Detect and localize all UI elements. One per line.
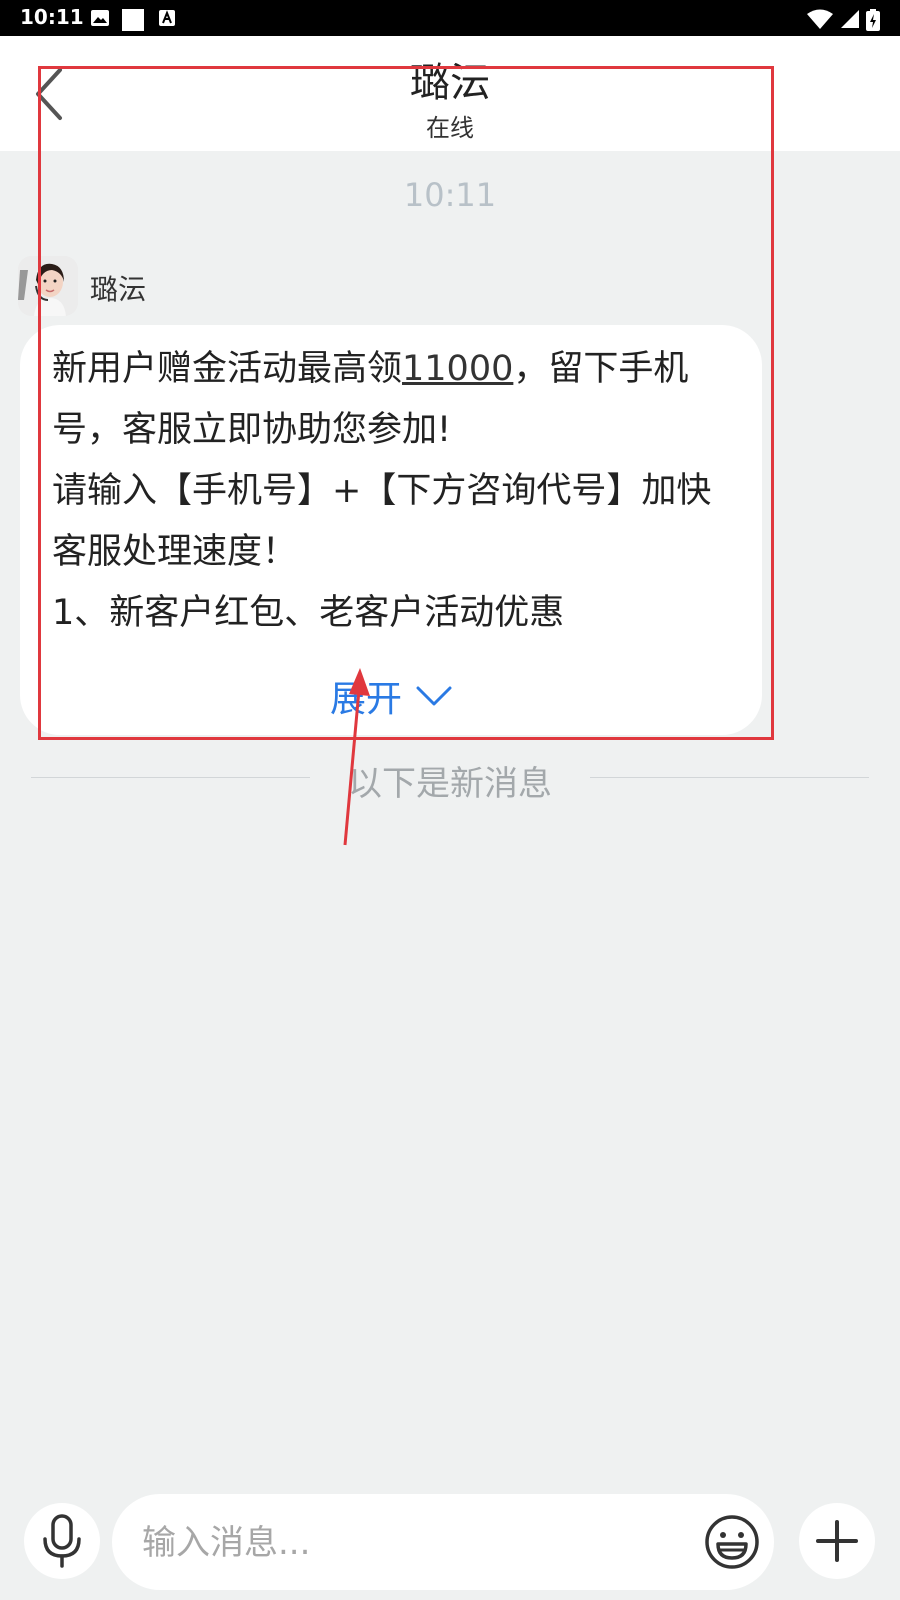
divider-text: 以下是新消息 [348,764,552,804]
message-timestamp: 10:11 [403,176,497,214]
microphone-icon [43,1514,81,1568]
voice-input-button[interactable] [24,1503,100,1579]
message-line-2: 号，客服立即协助您参加! [52,410,452,450]
new-messages-divider: 以下是新消息 [0,752,900,804]
amount-link[interactable]: 11000 [402,349,513,389]
chevron-down-icon [416,686,452,706]
smiley-icon[interactable] [702,1512,762,1572]
image-notification-icon [91,10,109,26]
expand-button[interactable]: 展开 [330,670,452,722]
chat-title: 璐沄 [410,60,490,106]
plus-icon [816,1520,858,1562]
expand-label: 展开 [330,679,403,720]
status-time: 10:11 [20,5,84,29]
text-notification-icon [159,10,175,26]
message-line-1-suffix: ，留下手机 [513,349,689,389]
agent-name: 璐沄 [90,273,147,306]
message-line-1: 新用户赠金活动最高领11000，留下手机 [52,339,742,400]
message-line-4: 客服处理速度！ [52,532,298,572]
status-bar: 10:11 [0,0,900,36]
avatar[interactable] [18,256,78,316]
agent-avatar-image [18,256,78,316]
message-text: 新用户赠金活动最高领11000，留下手机 号，客服立即协助您参加! 请输入【手机… [52,339,742,644]
signal-icon [841,10,859,28]
battery-icon [866,9,880,31]
message-bubble: 新用户赠金活动最高领11000，留下手机 号，客服立即协助您参加! 请输入【手机… [20,325,762,735]
divider-line-right [590,777,869,778]
more-options-button[interactable] [799,1503,875,1579]
online-status: 在线 [426,114,474,142]
wifi-icon [807,9,833,29]
message-input-container [112,1494,774,1590]
app-notification-icon [122,9,144,31]
message-input[interactable] [140,1512,664,1574]
message-line-5: 1、新客户红包、老客户活动优惠 [52,593,565,633]
message-line-1-prefix: 新用户赠金活动最高领 [52,349,403,389]
chat-header: 璐沄 在线 [0,36,900,151]
message-line-3: 请输入【手机号】+【下方咨询代号】加快 [52,471,712,511]
